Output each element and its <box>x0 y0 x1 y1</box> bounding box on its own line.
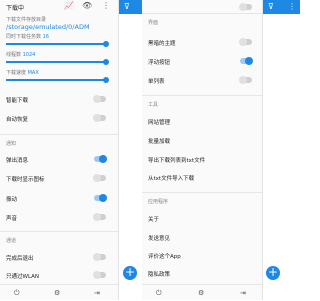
rate-app-item[interactable]: 评价这个App <box>148 252 181 260</box>
add-download-fab[interactable]: + <box>123 266 137 280</box>
dark-theme-toggle[interactable] <box>239 38 252 46</box>
wifi-only-toggle[interactable] <box>93 271 106 279</box>
speed-label: 下载速度 MAX <box>6 70 39 76</box>
settings-icon[interactable]: ⚙ <box>198 289 204 297</box>
threads-slider[interactable] <box>6 59 109 65</box>
single-list-toggle[interactable] <box>239 76 252 84</box>
power-icon[interactable]: ⏻ <box>14 289 20 298</box>
floating-button-label: 浮动按钮 <box>148 60 171 66</box>
section-app: 应用程序 <box>148 199 169 205</box>
add-download-fab[interactable]: + <box>266 266 280 280</box>
section-other: 通道 <box>6 238 17 244</box>
threads-label: 线程数 1024 <box>6 52 36 58</box>
divider <box>0 231 118 232</box>
exit-icon[interactable]: ⇥ <box>94 289 100 297</box>
filter-icon[interactable]: ⊽ <box>124 2 130 12</box>
background-list-area <box>264 14 282 300</box>
divider <box>142 13 262 14</box>
export-list-item[interactable]: 导出下载列表到txt文件 <box>148 156 205 164</box>
divider <box>142 192 262 193</box>
dark-theme-label: 黑暗的主题 <box>148 41 176 47</box>
exit-icon[interactable]: ⇥ <box>240 289 246 297</box>
speed-slider[interactable] <box>6 77 109 83</box>
auto-resume-label: 自动恢复 <box>6 117 29 123</box>
speed-value: MAX <box>27 70 39 76</box>
tasks-label: 同时下载任务数 16 <box>6 34 49 40</box>
feedback-item[interactable]: 发送意见 <box>148 234 170 242</box>
privacy-item[interactable]: 隐私政策 <box>148 270 170 278</box>
power-icon[interactable]: ⏻ <box>156 289 162 298</box>
header-title: 下载中 <box>6 5 25 12</box>
popup-msg-label: 弹出消息 <box>6 158 29 164</box>
sound-label: 声音 <box>6 216 18 222</box>
batch-download-item[interactable]: 批量加载 <box>148 137 170 145</box>
about-item[interactable]: 关于 <box>148 215 159 223</box>
auto-resume-toggle[interactable] <box>93 114 106 122</box>
wifi-only-label: 只通过WLAN <box>6 274 40 280</box>
slider-knob[interactable] <box>103 41 109 47</box>
download-path-label: 下载文件存放目录 <box>6 17 47 23</box>
filter-icon[interactable]: ⊽ <box>268 2 274 12</box>
site-manager-item[interactable]: 网站管理 <box>148 118 170 126</box>
drawer-bottom-bar: ⏻ ⚙ ⇥ <box>142 284 262 301</box>
divider <box>0 134 118 135</box>
background-list-area <box>120 14 138 300</box>
more-icon[interactable]: ⋮ <box>102 1 110 10</box>
download-path-value[interactable]: /storage/emulated/0/ADM <box>6 23 90 31</box>
vibrate-label: 振动 <box>6 197 18 203</box>
eye-icon[interactable]: 👁 <box>82 1 92 10</box>
floating-button-toggle[interactable] <box>240 57 253 65</box>
popup-msg-toggle[interactable] <box>94 155 107 163</box>
import-list-item[interactable]: 从txt文件导入下载 <box>148 174 194 182</box>
tasks-slider[interactable] <box>6 41 109 47</box>
section-notify: 通知 <box>6 141 17 147</box>
smart-download-toggle[interactable] <box>93 95 106 103</box>
settings-icon[interactable]: ⚙ <box>54 289 60 297</box>
vibrate-toggle[interactable] <box>94 194 107 202</box>
section-tools: 工具 <box>148 102 159 108</box>
slider-knob[interactable] <box>103 59 109 65</box>
download-icon-label: 下载时显示图标 <box>6 177 45 183</box>
drawer-bottom-bar: ⏻ ⚙ ⇥ <box>0 284 118 301</box>
exit-on-finish-label: 完成后退出 <box>6 256 34 262</box>
single-list-label: 单列表 <box>148 79 165 85</box>
tasks-value: 16 <box>42 34 49 40</box>
divider <box>142 95 262 96</box>
section-ui: 界面 <box>148 20 159 26</box>
chart-icon[interactable]: 📈 <box>64 1 74 10</box>
download-icon-toggle[interactable] <box>93 174 106 182</box>
drawer-header: 下载中 📈 👁 ⋮ <box>0 0 118 14</box>
more-icon[interactable]: ⋮ <box>288 2 296 11</box>
settings-drawer-right: 界面 黑暗的主题 浮动按钮 单列表 工具 网站管理 批量加载 导出下载列表到tx… <box>142 0 263 300</box>
sound-toggle[interactable] <box>93 213 106 221</box>
app-bar-left: ⊽ <box>118 0 142 14</box>
smart-download-label: 智能下载 <box>6 98 29 104</box>
slider-knob[interactable] <box>103 77 109 83</box>
settings-drawer-left: 下载中 📈 👁 ⋮ 下载文件存放目录 /storage/emulated/0/A… <box>0 0 119 300</box>
threads-value: 1024 <box>22 52 36 58</box>
app-bar-right: ⊽ ⋮ <box>262 0 300 14</box>
exit-on-finish-toggle[interactable] <box>93 253 106 261</box>
partial-toggle-top[interactable] <box>239 3 252 11</box>
